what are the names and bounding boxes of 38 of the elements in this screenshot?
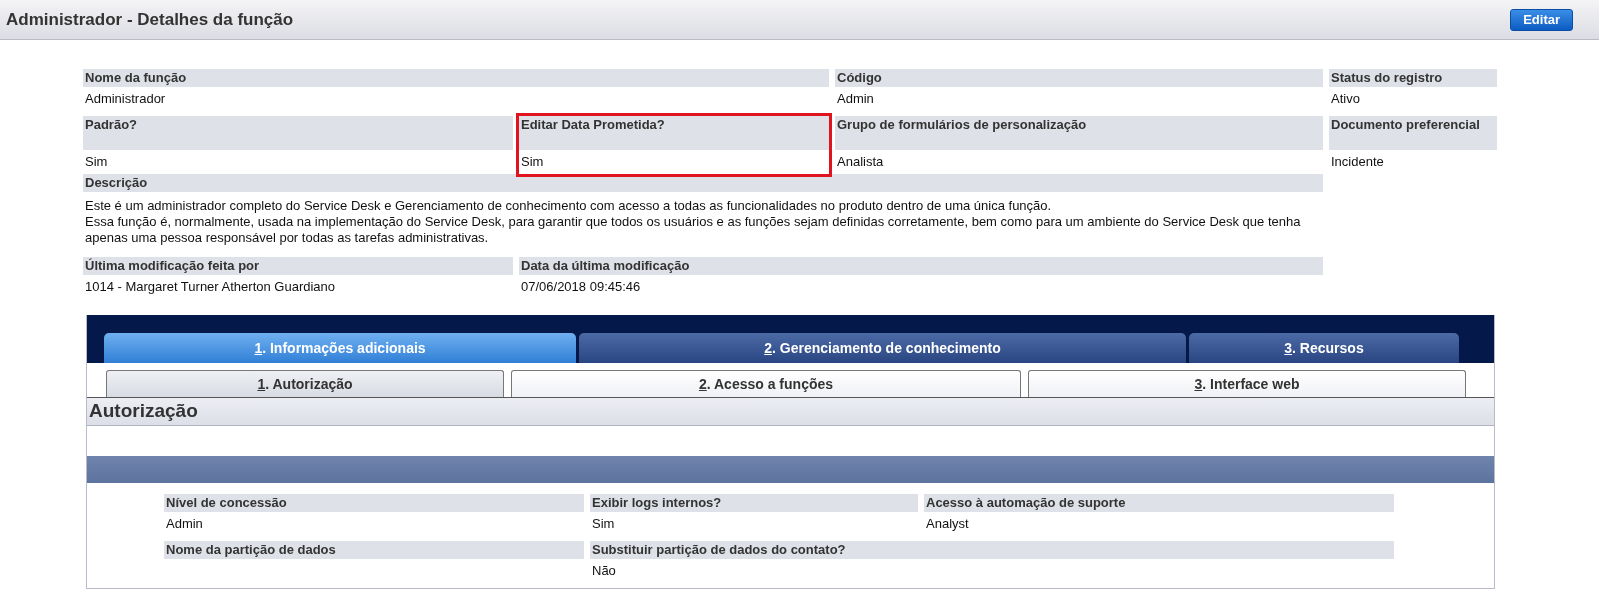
field-label: Acesso à automação de suporte [924,494,1394,512]
field-value: Sim [520,153,545,171]
tab[interactable]: 3. Recursos [1189,333,1459,363]
field-value: Analista [836,153,885,171]
description-text: Este é um administrador completo do Service Desk e Gerenciamento de conhecimento com acesso a todas as funcionalidades no produto dentro de uma única função. [85,198,1053,214]
subtab[interactable]: 3. Interface web [1028,370,1466,397]
section-title: Autorização [87,398,1494,426]
tab[interactable]: 2. Gerenciamento de conhecimento [579,333,1186,363]
field-value: Sim [591,515,616,533]
field-value: Admin [836,90,875,108]
field-label: Nome da partição de dados [164,541,584,559]
field-label: Data da última modificação [519,257,1323,275]
page-title: Administrador - Detalhes da função [6,8,294,31]
field-label: Nome da função [83,69,513,87]
field-value: Sim [84,153,109,171]
field-label: Última modificação feita por [83,257,513,275]
subtab[interactable]: 2. Acesso a funções [511,370,1021,397]
field-label: Nível de concessão [164,494,584,512]
edit-button[interactable]: Editar [1510,8,1573,31]
field-label: Exibir logs internos? [590,494,918,512]
field-label: Substituir partição de dados do contato? [590,541,1394,559]
field-value: 1014 - Margaret Turner Atherton Guardiano [84,278,337,296]
field-label: Código [835,69,1323,87]
field-label: Status do registro [1329,69,1497,87]
field-label: Documento preferencial [1329,116,1497,150]
field-value: Incidente [1330,153,1385,171]
field-label: Grupo de formulários de personalização [835,116,1323,150]
field-value: 07/06/2018 09:45:46 [520,278,642,296]
field-value: Ativo [1330,90,1361,108]
field-value: Analyst [925,515,970,533]
field-label: Editar Data Prometida? [519,116,829,150]
field-value: Admin [165,515,204,533]
field-label: Descrição [83,174,1323,192]
description-text: Essa função é, normalmente, usada na implementação do Service Desk, para garantir que todos os usuários e as funções sejam definidas corretamente, bem como para um ambiente do Service Desk que tenha apenas uma pessoa responsável por todas as tarefas administrativas. [85,214,1302,246]
field-value: Não [591,562,617,580]
field-value: Administrador [84,90,167,108]
field-label: Padrão? [83,116,513,150]
subtab[interactable]: 1. Autorização [106,370,504,397]
